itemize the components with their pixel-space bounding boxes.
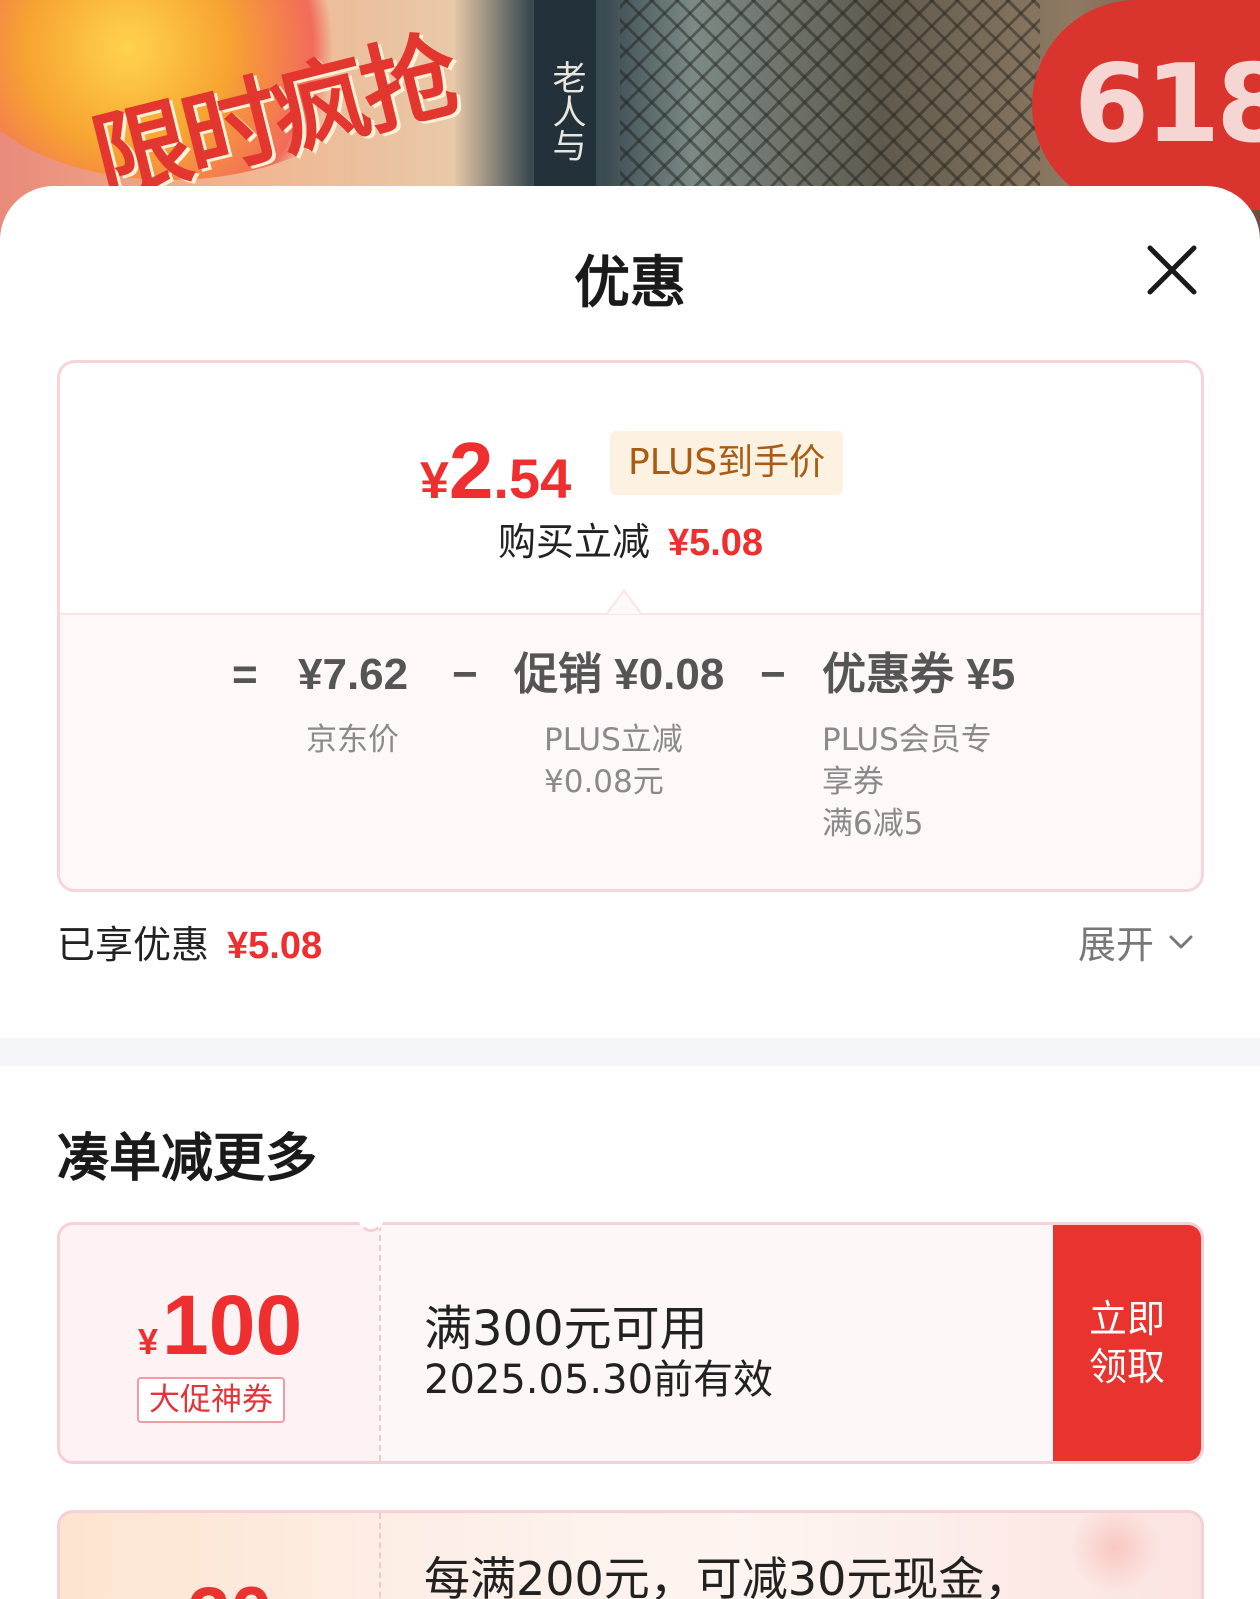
price-summary: ¥ 2 .54 PLUS到手价 购买立减 ¥5.08 bbox=[60, 363, 1201, 613]
promo-desc-line2: ¥0.08元 bbox=[544, 764, 664, 800]
instant-discount-amount: ¥5.08 bbox=[667, 522, 764, 564]
coupon-tag: 大促神券 bbox=[137, 1377, 285, 1423]
claim-button-line1: 立即 bbox=[1088, 1297, 1165, 1341]
coupon-value: 100 bbox=[162, 1278, 303, 1372]
formula-coupon: 优惠券 ¥5 bbox=[822, 650, 1016, 699]
coupon-separator bbox=[379, 1513, 381, 1599]
coupon-desc-line1: PLUS会员专 bbox=[822, 722, 992, 758]
final-price-decimal: .54 bbox=[493, 447, 572, 510]
formula-promo: 促销 ¥0.08 bbox=[514, 650, 725, 699]
applied-discount-amount: ¥5.08 bbox=[227, 925, 323, 967]
plus-price-tag: PLUS到手价 bbox=[610, 431, 844, 495]
applied-discount: 已享优惠 ¥5.08 bbox=[57, 914, 322, 969]
section-divider bbox=[0, 1038, 1260, 1066]
coupon-card: ¥ 100 大促神券 满300元可用 2025.05.30前有效 立即 领取 bbox=[57, 1222, 1204, 1464]
event-badge-text: 618 bbox=[1074, 42, 1260, 167]
formula-minus-1: − bbox=[452, 650, 478, 699]
coupon-currency: ¥ bbox=[138, 1321, 159, 1362]
coupon-condition: 每满200元，可减30元现金， bbox=[424, 1552, 1031, 1599]
expand-button[interactable]: 展开 bbox=[1078, 914, 1198, 969]
formula-base-price: ¥7.62 bbox=[298, 650, 409, 699]
expand-label: 展开 bbox=[1078, 923, 1155, 967]
formula-minus-2: − bbox=[760, 650, 786, 699]
coupon-desc-line3: 满6减5 bbox=[822, 806, 924, 842]
discount-sheet: 优惠 ¥ 2 .54 PLUS到手价 购买立减 ¥5.08 = ¥7.62 − 促… bbox=[0, 186, 1260, 1599]
coupon-desc-line2: 享券 bbox=[822, 764, 884, 800]
coupon-separator bbox=[379, 1225, 381, 1461]
sheet-title: 优惠 bbox=[574, 251, 686, 316]
instant-discount: 购买立减 ¥5.08 bbox=[60, 511, 1201, 566]
close-icon bbox=[1147, 245, 1197, 295]
claim-button-line2: 领取 bbox=[1088, 1345, 1165, 1389]
currency-symbol: ¥ bbox=[420, 452, 449, 510]
lantern-decoration bbox=[1070, 1513, 1160, 1593]
more-deals-title: 凑单减更多 bbox=[57, 1129, 318, 1189]
coupon-amount: ¥ 100 bbox=[138, 1277, 302, 1374]
base-price-desc: 京东价 bbox=[306, 722, 399, 758]
close-button[interactable] bbox=[1140, 238, 1204, 302]
book-title: 老人与 bbox=[546, 60, 586, 162]
formula-equals: = bbox=[232, 650, 258, 699]
claim-coupon-button[interactable]: 立即 领取 bbox=[1053, 1225, 1201, 1461]
final-price: ¥ 2 .54 bbox=[420, 425, 571, 517]
applied-discount-label: 已享优惠 bbox=[57, 923, 210, 967]
instant-discount-label: 购买立减 bbox=[497, 520, 650, 564]
banner-image bbox=[620, 0, 1040, 200]
event-badge: 618 bbox=[1032, 0, 1260, 210]
coupon-card: 30 每满200元，可减30元现金， bbox=[57, 1510, 1204, 1599]
price-breakdown-card: ¥ 2 .54 PLUS到手价 购买立减 ¥5.08 = ¥7.62 − 促销 ¥… bbox=[57, 360, 1204, 892]
promo-desc-line1: PLUS立减 bbox=[544, 722, 683, 758]
coupon-validity: 2025.05.30前有效 bbox=[424, 1357, 774, 1403]
price-formula: = ¥7.62 − 促销 ¥0.08 − 优惠券 ¥5 bbox=[60, 645, 1201, 705]
chevron-down-icon bbox=[1169, 935, 1193, 948]
final-price-integer: 2 bbox=[448, 426, 494, 515]
coupon-value: 30 bbox=[188, 1571, 273, 1599]
